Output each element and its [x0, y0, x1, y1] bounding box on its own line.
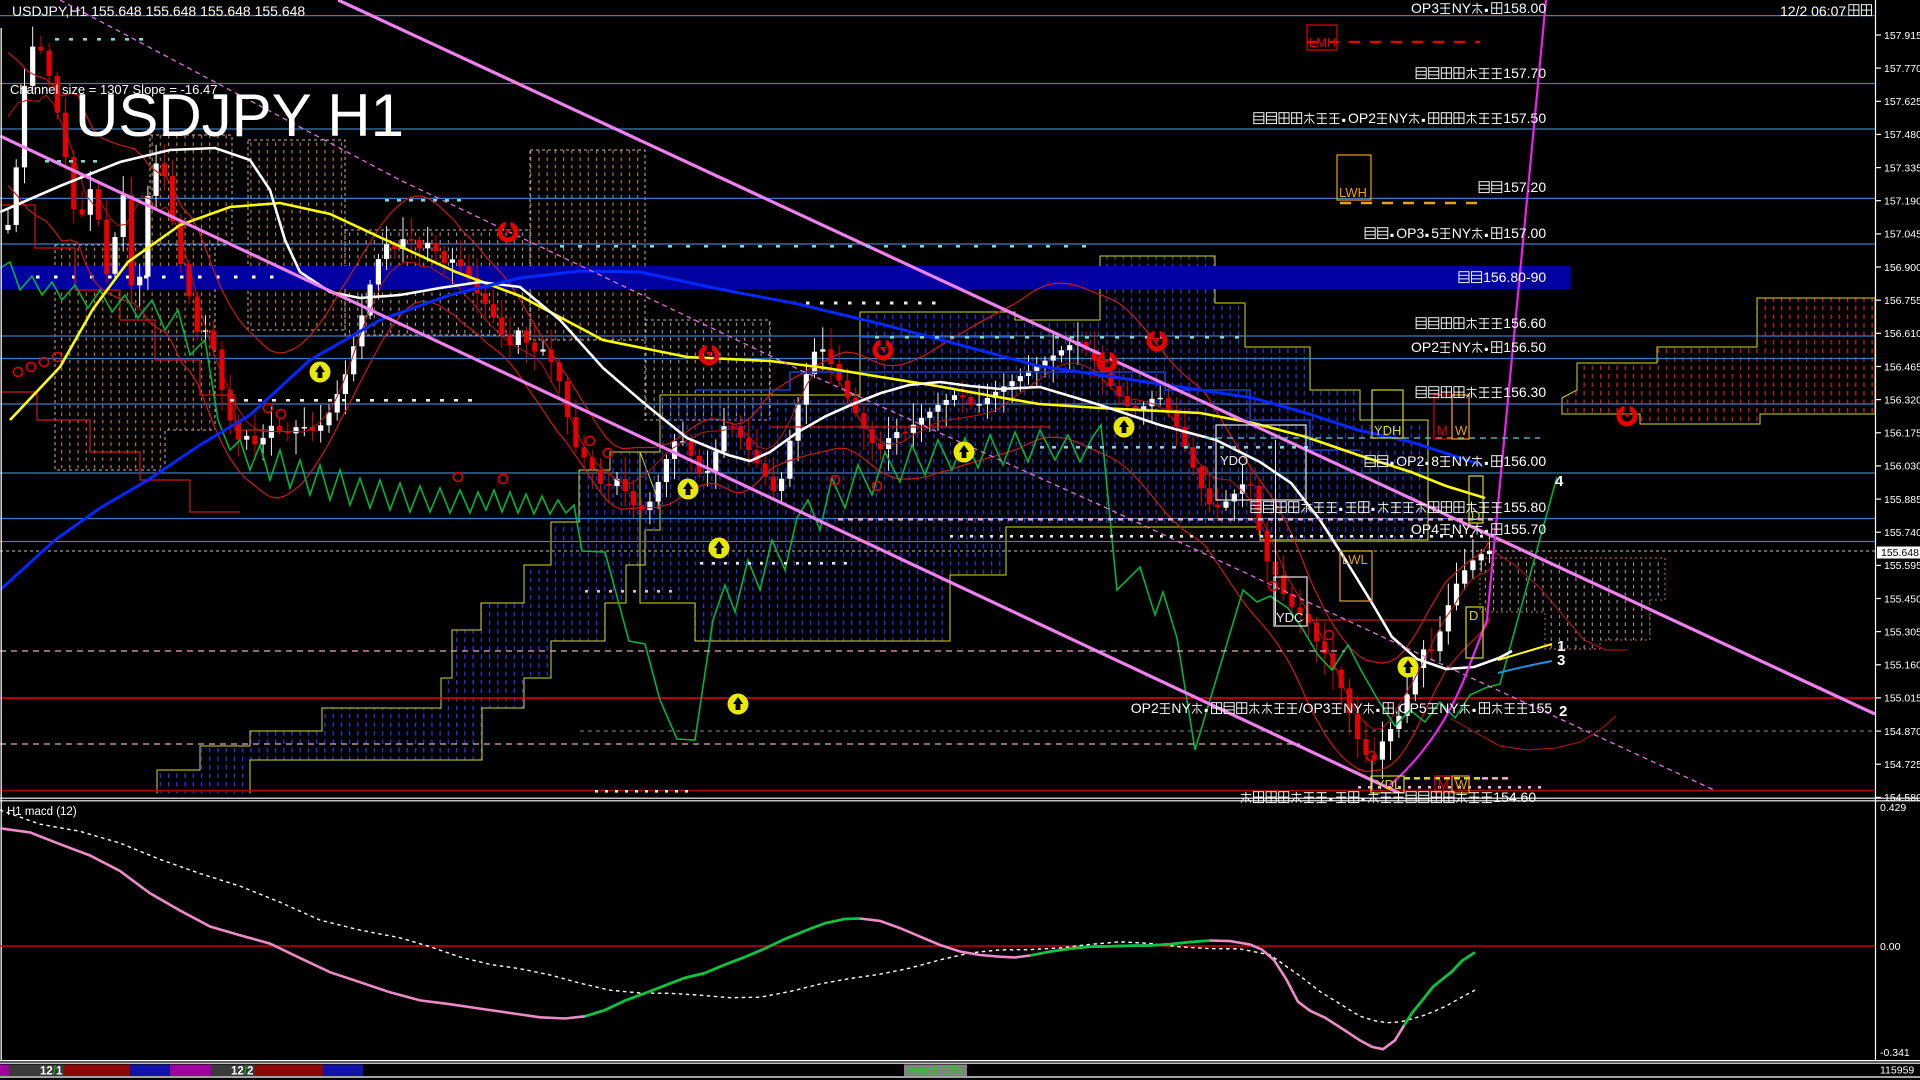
svg-text:D: D [1471, 508, 1480, 523]
svg-text:157.625: 157.625 [1884, 96, 1920, 108]
svg-text:155.885: 155.885 [1884, 494, 1920, 506]
svg-text:OP2: OP2 [1396, 453, 1424, 469]
svg-text:12/1: 12/1 [40, 1066, 63, 1078]
svg-text:/OP3: /OP3 [1299, 700, 1331, 716]
svg-text:156.175: 156.175 [1884, 428, 1920, 440]
svg-text:156.30: 156.30 [1503, 384, 1546, 400]
svg-text:156.80-90: 156.80-90 [1483, 269, 1546, 285]
svg-text:154.725: 154.725 [1884, 759, 1920, 771]
svg-text:157.190: 157.190 [1884, 196, 1920, 208]
svg-text:156.320: 156.320 [1884, 394, 1920, 406]
svg-text:NY: NY [1389, 110, 1409, 126]
svg-text:M: M [1438, 777, 1449, 792]
svg-text:macd ON: macd ON [907, 1063, 962, 1078]
svg-text:W: W [1455, 777, 1468, 792]
svg-text:115959: 115959 [1880, 1065, 1914, 1077]
svg-text:USDJPY,H1 155.648 155.648 155: USDJPY,H1 155.648 155.648 155.648 155.64… [12, 3, 305, 19]
svg-text:156.465: 156.465 [1884, 361, 1920, 373]
svg-text:158.00: 158.00 [1503, 0, 1546, 16]
svg-text:D: D [1469, 608, 1478, 623]
svg-text:157.335: 157.335 [1884, 162, 1920, 174]
svg-text:NY: NY [1452, 521, 1472, 537]
svg-text:NY: NY [1171, 700, 1191, 716]
svg-text:155.160: 155.160 [1884, 660, 1920, 672]
svg-text:-0.341: -0.341 [1880, 1047, 1910, 1059]
svg-text:12/2 06:07: 12/2 06:07 [1780, 3, 1846, 19]
svg-text:USDJPY H1: USDJPY H1 [75, 82, 404, 149]
svg-text:155.740: 155.740 [1884, 527, 1920, 539]
svg-text:156.030: 156.030 [1884, 461, 1920, 473]
svg-text:155.595: 155.595 [1884, 560, 1920, 572]
svg-text:OP3: OP3 [1411, 0, 1439, 16]
svg-text:12/2: 12/2 [231, 1066, 253, 1078]
svg-text:YDH: YDH [1374, 423, 1401, 438]
svg-text:YDC: YDC [1276, 610, 1303, 625]
svg-text:4: 4 [1555, 473, 1564, 490]
svg-text:W: W [1455, 423, 1468, 438]
svg-text:M: M [1437, 423, 1448, 438]
svg-text:NY: NY [1439, 700, 1459, 716]
svg-text:NY: NY [1452, 453, 1472, 469]
svg-text:NY: NY [1452, 339, 1472, 355]
svg-text:156.755: 156.755 [1884, 295, 1920, 307]
svg-text:156.610: 156.610 [1884, 328, 1920, 340]
svg-text:155.80: 155.80 [1503, 499, 1546, 515]
svg-text:157.915: 157.915 [1884, 30, 1920, 42]
svg-text:155.450: 155.450 [1884, 593, 1920, 605]
svg-text:LMH: LMH [1309, 35, 1336, 50]
svg-text:157.50: 157.50 [1503, 110, 1546, 126]
svg-text:156.60: 156.60 [1503, 315, 1546, 331]
svg-text:YDL: YDL [1376, 777, 1401, 792]
svg-text:NY: NY [1452, 225, 1472, 241]
svg-text:157.00: 157.00 [1503, 225, 1546, 241]
svg-text:2: 2 [1559, 703, 1567, 720]
svg-text:154.60: 154.60 [1493, 789, 1536, 805]
svg-text:157.045: 157.045 [1884, 229, 1920, 241]
svg-text:5: 5 [1431, 225, 1439, 241]
svg-text:H1 macd (12): H1 macd (12) [7, 806, 77, 818]
svg-text:NY: NY [1343, 700, 1363, 716]
svg-text:3: 3 [1557, 652, 1565, 669]
svg-text:,OP5: ,OP5 [1395, 700, 1427, 716]
svg-text:155.015: 155.015 [1884, 693, 1920, 705]
svg-text:NY: NY [1452, 0, 1472, 16]
svg-text:LWL: LWL [1342, 552, 1368, 567]
svg-text:157.770: 157.770 [1884, 63, 1920, 75]
svg-text:154.870: 154.870 [1884, 726, 1920, 738]
svg-text:OP2: OP2 [1131, 700, 1159, 716]
svg-text:157.70: 157.70 [1503, 65, 1546, 81]
svg-text:155.648: 155.648 [1881, 547, 1919, 559]
svg-text:157.480: 157.480 [1884, 129, 1920, 141]
svg-text:YDO: YDO [1220, 453, 1248, 468]
svg-text:156.50: 156.50 [1503, 339, 1546, 355]
svg-text:OP3: OP3 [1396, 225, 1424, 241]
svg-text:156.900: 156.900 [1884, 262, 1920, 274]
svg-text:OP4: OP4 [1411, 521, 1439, 537]
svg-text:OP2: OP2 [1411, 339, 1439, 355]
svg-text:155.70: 155.70 [1503, 521, 1546, 537]
svg-text:OP2: OP2 [1348, 110, 1376, 126]
svg-text:155.305: 155.305 [1884, 626, 1920, 638]
svg-text:LWH: LWH [1339, 185, 1367, 200]
svg-text:156.00: 156.00 [1503, 453, 1546, 469]
svg-text:157.20: 157.20 [1503, 179, 1546, 195]
svg-text:155: 155 [1529, 700, 1553, 716]
svg-text:0.00: 0.00 [1880, 941, 1901, 953]
svg-text:8: 8 [1431, 453, 1439, 469]
svg-text:0.429: 0.429 [1880, 802, 1906, 814]
